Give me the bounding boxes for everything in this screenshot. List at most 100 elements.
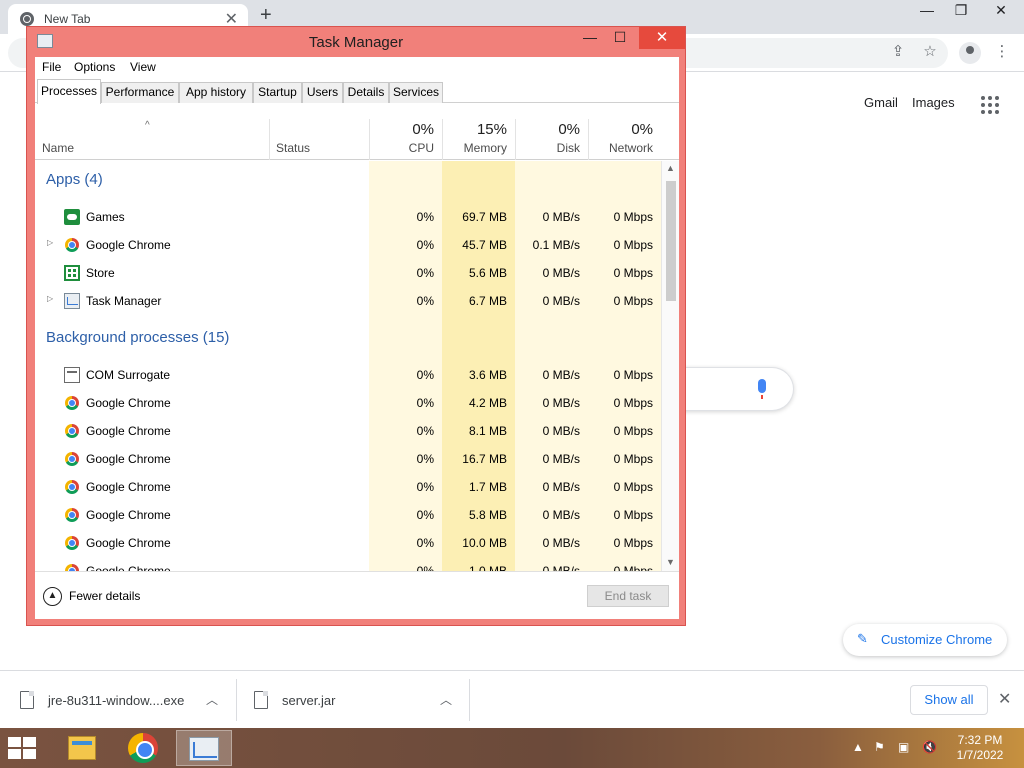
disk-value: 0.1 MB/s — [532, 238, 580, 252]
memory-value: 1.0 MB — [468, 564, 507, 571]
network-value: 0 Mbps — [613, 368, 653, 382]
process-row[interactable]: Google Chrome 0% 8.1 MB 0 MB/s 0 Mbps — [35, 417, 661, 445]
taskbar-task-manager[interactable] — [176, 730, 232, 766]
network-value: 0 Mbps — [613, 238, 653, 252]
network-value: 0 Mbps — [613, 536, 653, 550]
column-status-header[interactable]: Status — [269, 119, 369, 160]
process-row[interactable]: Google Chrome 0% 1.7 MB 0 MB/s 0 Mbps — [35, 473, 661, 501]
menu-options[interactable]: Options — [74, 60, 115, 74]
process-row[interactable]: ▷ Google Chrome 0% 45.7 MB 0.1 MB/s 0 Mbps — [35, 231, 661, 259]
column-memory-header[interactable]: 15% Memory — [442, 119, 515, 160]
browser-minimize-button[interactable]: — — [912, 2, 942, 18]
tab-processes[interactable]: Processes — [37, 79, 101, 104]
tab-app-history[interactable]: App history — [179, 82, 253, 103]
process-row[interactable]: Games 0% 69.7 MB 0 MB/s 0 Mbps — [35, 203, 661, 231]
minimize-button[interactable]: — — [575, 27, 605, 49]
chrome-icon — [65, 536, 79, 550]
download-item[interactable]: jre-8u311-window....exe ︿ — [0, 671, 236, 729]
chevron-up-icon[interactable]: ︿ — [206, 691, 218, 708]
close-button[interactable]: ✕ — [639, 27, 685, 49]
gmail-link[interactable]: Gmail — [864, 95, 898, 110]
expand-arrow-icon[interactable]: ▷ — [47, 294, 53, 303]
new-tab-button[interactable]: + — [260, 4, 272, 27]
disk-value: 0 MB/s — [542, 424, 580, 438]
sort-arrow-icon: ^ — [145, 120, 150, 131]
profile-avatar-icon[interactable] — [959, 42, 981, 64]
network-icon[interactable]: ▣ — [898, 740, 909, 754]
memory-value: 6.7 MB — [468, 294, 507, 308]
taskbar-file-explorer[interactable] — [54, 730, 110, 766]
volume-muted-icon[interactable]: 🔇 — [922, 740, 937, 754]
menu-view[interactable]: View — [130, 60, 156, 74]
scroll-up-arrow-icon[interactable]: ▲ — [662, 163, 679, 173]
memory-value: 4.2 MB — [468, 396, 507, 410]
tab-performance[interactable]: Performance — [101, 82, 179, 103]
start-button-windows-icon[interactable] — [8, 737, 38, 759]
group-label: Background processes (15) — [46, 329, 230, 346]
tab-services[interactable]: Services — [389, 82, 443, 103]
process-row[interactable]: ▷ Task Manager 0% 6.7 MB 0 MB/s 0 Mbps — [35, 287, 661, 315]
voice-search-mic-icon[interactable] — [758, 379, 766, 399]
customize-chrome-button[interactable]: ✎ Customize Chrome — [843, 624, 1007, 656]
process-name: Google Chrome — [86, 452, 171, 466]
show-hidden-icons-chevron-icon[interactable]: ▲ — [852, 740, 864, 754]
process-row[interactable]: Google Chrome 0% 5.8 MB 0 MB/s 0 Mbps — [35, 501, 661, 529]
bookmark-star-icon[interactable]: ☆ — [919, 42, 941, 64]
process-row[interactable]: COM Surrogate 0% 3.6 MB 0 MB/s 0 Mbps — [35, 361, 661, 389]
disk-label: Disk — [556, 141, 580, 155]
chevron-up-icon[interactable]: ︿ — [440, 691, 452, 708]
vertical-scrollbar[interactable]: ▲ ▼ — [661, 161, 679, 571]
menu-file[interactable]: File — [42, 60, 61, 74]
process-row[interactable]: Google Chrome 0% 4.2 MB 0 MB/s 0 Mbps — [35, 389, 661, 417]
tab-users[interactable]: Users — [302, 82, 343, 103]
process-row[interactable]: Google Chrome 0% 10.0 MB 0 MB/s 0 Mbps — [35, 529, 661, 557]
memory-total: 15% — [476, 121, 507, 138]
tab-details[interactable]: Details — [343, 82, 389, 103]
network-total: 0% — [631, 121, 653, 138]
windows-taskbar: ▲ ⚑ ▣ 🔇 7:32 PM 1/7/2022 — [0, 728, 1024, 768]
network-value: 0 Mbps — [613, 266, 653, 280]
download-shelf: jre-8u311-window....exe ︿ server.jar ︿ S… — [0, 670, 1024, 728]
cpu-value: 0% — [416, 424, 434, 438]
column-network-header[interactable]: 0% Network — [588, 119, 661, 160]
tab-startup[interactable]: Startup — [253, 82, 302, 103]
process-name: Google Chrome — [86, 480, 171, 494]
google-apps-icon[interactable] — [981, 96, 999, 114]
end-task-button[interactable]: End task — [587, 585, 669, 607]
chrome-favicon-icon — [20, 12, 34, 26]
share-icon[interactable]: ⇪ — [887, 42, 909, 64]
download-item[interactable]: server.jar ︿ — [234, 671, 470, 729]
maximize-button[interactable]: ☐ — [605, 27, 635, 49]
cpu-value: 0% — [416, 294, 434, 308]
scroll-down-arrow-icon[interactable]: ▼ — [662, 557, 679, 567]
network-value: 0 Mbps — [613, 508, 653, 522]
process-name: Google Chrome — [86, 424, 171, 438]
images-link[interactable]: Images — [912, 95, 955, 110]
customize-chrome-label: Customize Chrome — [881, 632, 993, 647]
fewer-details-link[interactable]: Fewer details — [69, 589, 140, 603]
browser-close-button[interactable]: ✕ — [986, 2, 1016, 19]
column-cpu-header[interactable]: 0% CPU — [369, 119, 442, 160]
task-manager-titlebar[interactable]: Task Manager — ☐ ✕ — [27, 27, 685, 57]
process-row[interactable]: Google Chrome 0% 16.7 MB 0 MB/s 0 Mbps — [35, 445, 661, 473]
tm-icon — [64, 293, 80, 309]
disk-value: 0 MB/s — [542, 294, 580, 308]
taskbar-chrome[interactable] — [116, 730, 172, 766]
system-clock[interactable]: 7:32 PM 1/7/2022 — [952, 733, 1008, 763]
column-disk-header[interactable]: 0% Disk — [515, 119, 588, 160]
network-value: 0 Mbps — [613, 396, 653, 410]
column-name[interactable]: Name — [42, 141, 74, 155]
chrome-menu-icon[interactable]: ⋮ — [991, 42, 1013, 64]
show-all-downloads-button[interactable]: Show all — [910, 685, 988, 715]
chevron-up-circle-icon[interactable]: ▲ — [43, 587, 62, 606]
close-shelf-icon[interactable]: ✕ — [998, 689, 1011, 709]
task-manager-window: Task Manager — ☐ ✕ File Options View Pro… — [26, 26, 686, 626]
browser-restore-button[interactable]: ❐ — [946, 2, 976, 19]
scroll-thumb[interactable] — [666, 181, 676, 301]
action-center-flag-icon[interactable]: ⚑ — [874, 740, 885, 754]
network-value: 0 Mbps — [613, 480, 653, 494]
memory-value: 69.7 MB — [462, 210, 507, 224]
process-row[interactable]: Store 0% 5.6 MB 0 MB/s 0 Mbps — [35, 259, 661, 287]
expand-arrow-icon[interactable]: ▷ — [47, 238, 53, 247]
process-row[interactable]: Google Chrome 0% 1.0 MB 0 MB/s 0 Mbps — [35, 557, 661, 571]
